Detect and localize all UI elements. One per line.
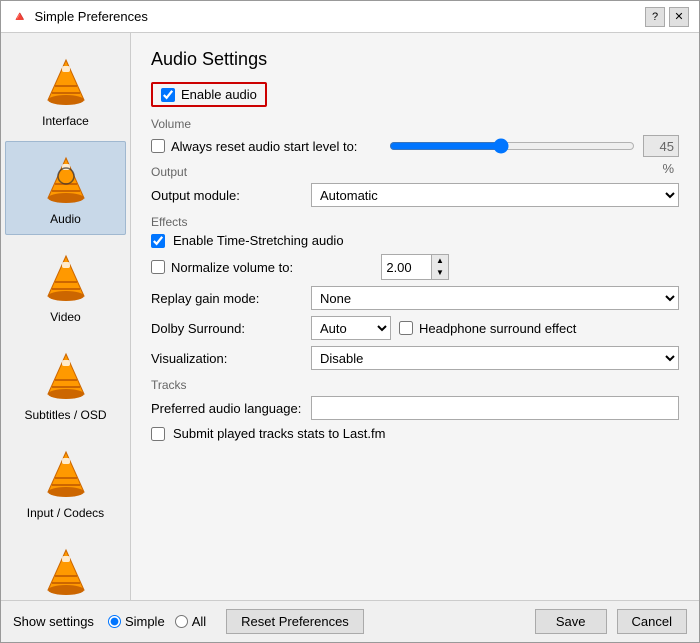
visualization-row: Visualization: Disable Spectrum analyzer… [151, 346, 679, 370]
title-bar-left: 🔺 Simple Preferences [11, 8, 148, 25]
reset-preferences-button[interactable]: Reset Preferences [226, 609, 364, 634]
preferred-language-label: Preferred audio language: [151, 401, 311, 416]
all-label: All [192, 614, 206, 629]
spin-down-button[interactable]: ▼ [432, 267, 448, 279]
app-icon: 🔺 [11, 8, 28, 25]
always-reset-label[interactable]: Always reset audio start level to: [171, 139, 357, 154]
normalize-checkbox[interactable] [151, 260, 165, 274]
sidebar-item-audio[interactable]: Audio [5, 141, 126, 235]
save-button[interactable]: Save [535, 609, 607, 634]
time-stretching-checkbox[interactable] [151, 234, 165, 248]
sidebar-label-interface: Interface [42, 114, 89, 128]
submit-tracks-row: Submit played tracks stats to Last.fm [151, 426, 679, 441]
title-bar-controls: ? ✕ [645, 7, 689, 27]
visualization-select[interactable]: Disable Spectrum analyzer Vuometer Oscil… [311, 346, 679, 370]
submit-tracks-label[interactable]: Submit played tracks stats to Last.fm [173, 426, 385, 441]
dolby-controls: Auto On Off Headphone surround effect [311, 316, 576, 340]
audio-icon [36, 150, 96, 210]
effects-section-label: Effects [151, 215, 679, 229]
simple-radio-label[interactable]: Simple [108, 614, 165, 629]
replay-gain-select[interactable]: None Track Album [311, 286, 679, 310]
simple-label: Simple [125, 614, 165, 629]
replay-gain-label: Replay gain mode: [151, 291, 311, 306]
subtitles-icon [36, 346, 96, 406]
sidebar-item-video[interactable]: Video [5, 239, 126, 333]
output-module-label: Output module: [151, 188, 311, 203]
replay-gain-row: Replay gain mode: None Track Album [151, 286, 679, 310]
always-reset-checkbox[interactable] [151, 139, 165, 153]
time-stretching-label[interactable]: Enable Time-Stretching audio [173, 233, 344, 248]
all-radio-label[interactable]: All [175, 614, 206, 629]
interface-icon [36, 52, 96, 112]
enable-audio-label[interactable]: Enable audio [181, 87, 257, 102]
normalize-label[interactable]: Normalize volume to: [171, 260, 293, 275]
input-codecs-icon [36, 444, 96, 504]
volume-value: 45 % [643, 135, 679, 157]
visualization-label: Visualization: [151, 351, 311, 366]
simple-radio[interactable] [108, 615, 121, 628]
volume-slider[interactable] [389, 138, 635, 154]
help-button[interactable]: ? [645, 7, 665, 27]
volume-section-label: Volume [151, 117, 679, 131]
headphone-surround-checkbox[interactable] [399, 321, 413, 335]
show-settings-radio-group: Simple All [108, 614, 206, 629]
spin-buttons: ▲ ▼ [432, 255, 448, 279]
main-content: Audio Settings Enable audio Volume Alway… [131, 33, 699, 600]
sidebar: Interface Audio [1, 33, 131, 600]
sidebar-item-input-codecs[interactable]: Input / Codecs [5, 435, 126, 529]
dolby-surround-label: Dolby Surround: [151, 321, 311, 336]
output-module-row: Output module: Automatic DirectX audio o… [151, 183, 679, 207]
sidebar-item-hotkeys[interactable]: Hotkeys [5, 533, 126, 600]
spin-up-button[interactable]: ▲ [432, 255, 448, 267]
normalize-row: Normalize volume to: ▲ ▼ [151, 254, 679, 280]
show-settings-label: Show settings [13, 614, 94, 629]
time-stretching-row: Enable Time-Stretching audio [151, 233, 679, 248]
tracks-section-label: Tracks [151, 378, 679, 392]
window-title: Simple Preferences [34, 9, 147, 24]
sidebar-label-subtitles: Subtitles / OSD [24, 408, 106, 422]
dialog: 🔺 Simple Preferences ? ✕ [0, 0, 700, 643]
output-module-select[interactable]: Automatic DirectX audio output WaveOut D… [311, 183, 679, 207]
cancel-button[interactable]: Cancel [617, 609, 687, 634]
content-title: Audio Settings [151, 49, 679, 70]
headphone-surround-label[interactable]: Headphone surround effect [419, 321, 576, 336]
sidebar-label-input-codecs: Input / Codecs [27, 506, 104, 520]
sidebar-item-subtitles[interactable]: Subtitles / OSD [5, 337, 126, 431]
enable-audio-checkbox[interactable] [161, 88, 175, 102]
close-button[interactable]: ✕ [669, 7, 689, 27]
dialog-body: Interface Audio [1, 33, 699, 600]
dolby-select[interactable]: Auto On Off [311, 316, 391, 340]
preferred-language-input[interactable] [311, 396, 679, 420]
sidebar-label-audio: Audio [50, 212, 81, 226]
title-bar: 🔺 Simple Preferences ? ✕ [1, 1, 699, 33]
all-radio[interactable] [175, 615, 188, 628]
volume-slider-row: Always reset audio start level to: 45 % [151, 135, 679, 157]
hotkeys-icon [36, 542, 96, 600]
submit-tracks-checkbox[interactable] [151, 427, 165, 441]
output-section-label: Output [151, 165, 679, 179]
sidebar-label-video: Video [50, 310, 80, 324]
enable-audio-box: Enable audio [151, 82, 267, 107]
normalize-value-input[interactable] [382, 255, 432, 279]
headphone-surround-group: Headphone surround effect [399, 321, 576, 336]
footer: Show settings Simple All Reset Preferenc… [1, 600, 699, 642]
preferred-language-row: Preferred audio language: [151, 396, 679, 420]
normalize-spin: ▲ ▼ [381, 254, 449, 280]
sidebar-item-interface[interactable]: Interface [5, 43, 126, 137]
video-icon [36, 248, 96, 308]
dolby-row: Dolby Surround: Auto On Off Headphone su… [151, 316, 679, 340]
